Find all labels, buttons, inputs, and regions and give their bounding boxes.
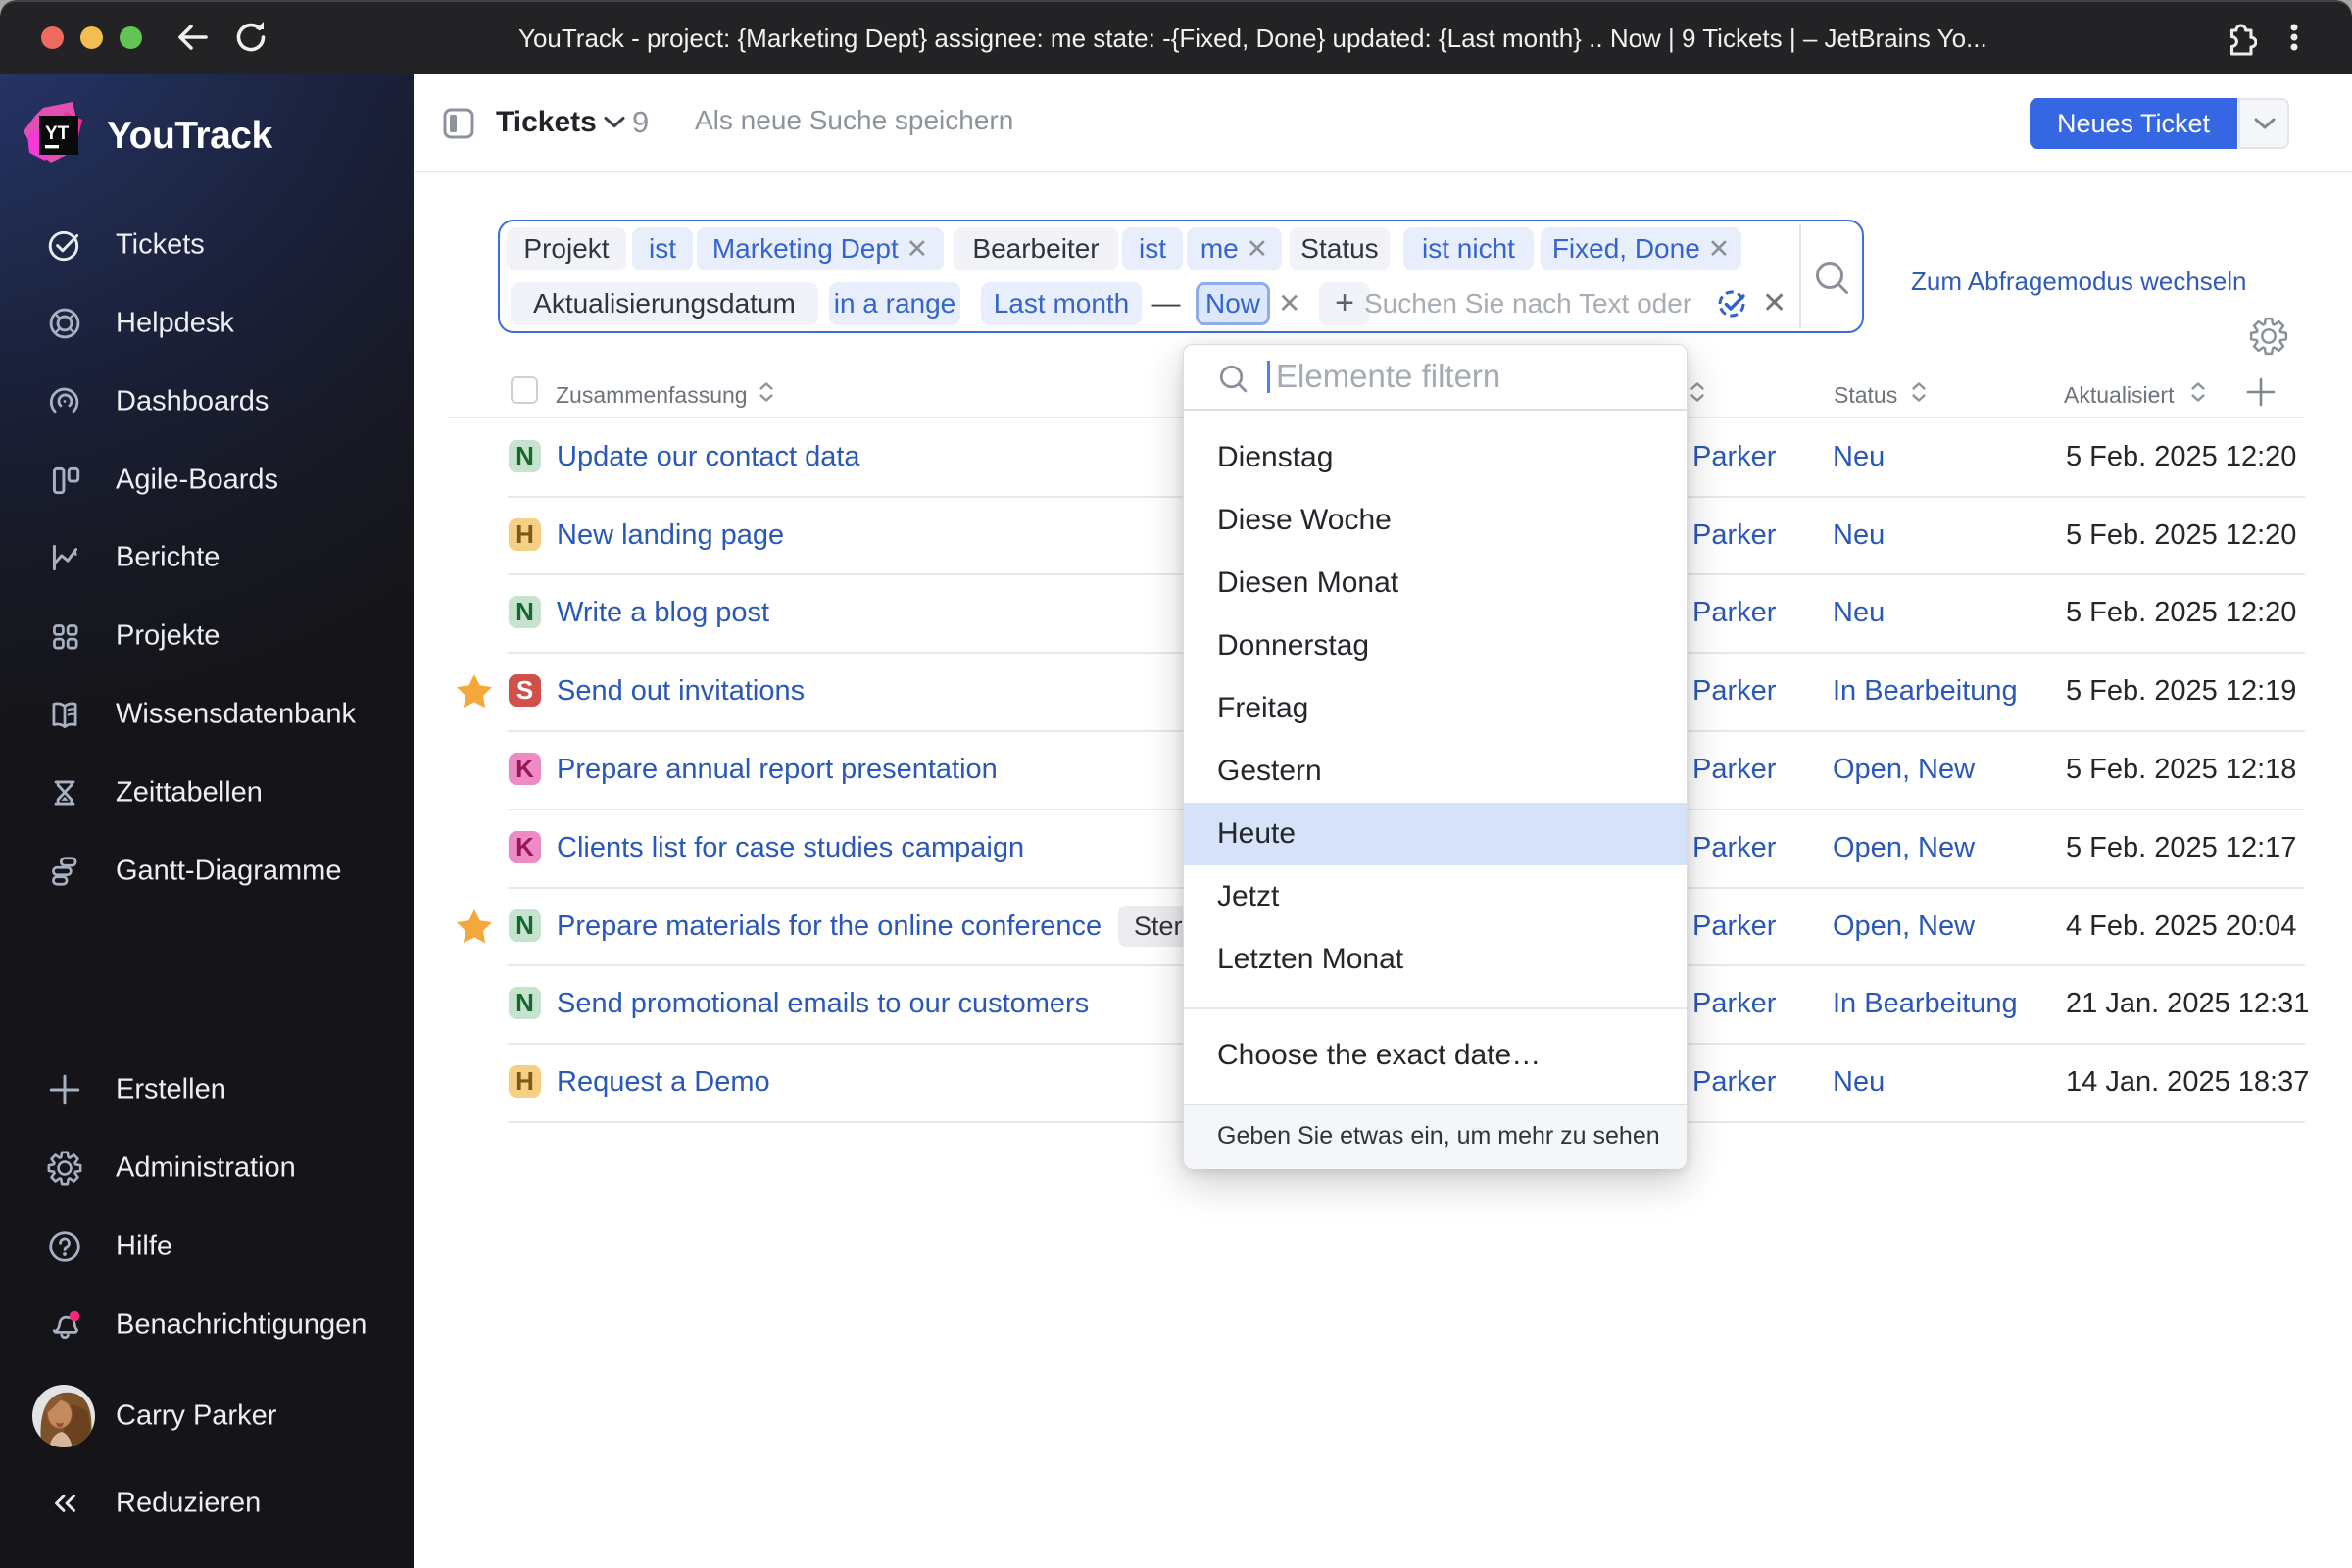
svg-text:YT: YT	[45, 123, 70, 144]
